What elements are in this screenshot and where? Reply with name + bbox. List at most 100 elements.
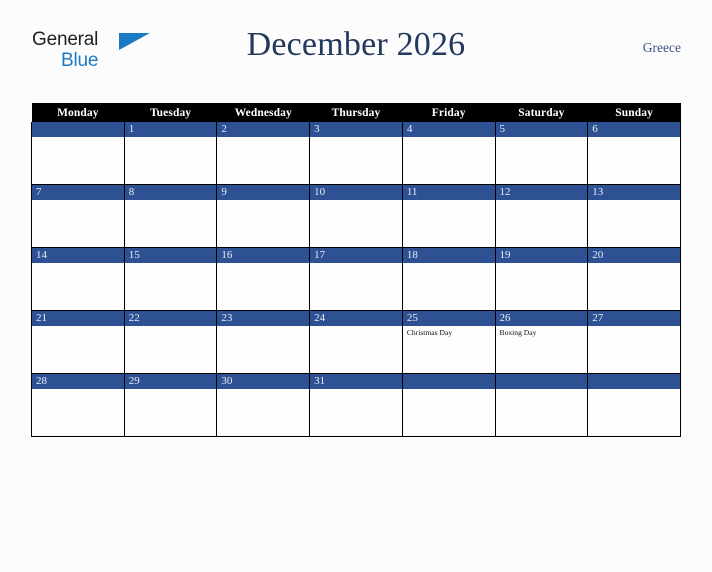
calendar-day-cell-21[interactable]: 21 (31, 310, 125, 374)
day-number: 11 (402, 185, 495, 200)
calendar-day-cell-20[interactable]: 20 (587, 247, 681, 311)
calendar-week-row: 21 22 23 24 25 Christmas Day 26 Boxing Day 27 (31, 310, 681, 374)
calendar-day-cell-empty[interactable] (587, 373, 681, 437)
calendar-day-cell-27[interactable]: 27 (587, 310, 681, 374)
calendar-day-cell-6[interactable]: 6 (587, 122, 681, 185)
day-number: 14 (32, 248, 124, 263)
weekday-header-friday: Friday (402, 103, 496, 122)
calendar-day-cell-2[interactable]: 2 (216, 122, 311, 185)
calendar-day-cell-empty[interactable] (494, 373, 589, 437)
calendar-body: 1 2 3 4 5 6 7 8 9 10 11 12 13 14 15 16 17 18 19 20 21 22 23 24 2… (31, 122, 681, 437)
day-cell-body (588, 137, 680, 184)
day-cell-body (496, 200, 588, 247)
calendar-day-cell-22[interactable]: 22 (123, 310, 218, 374)
calendar-day-cell-9[interactable]: 9 (216, 184, 311, 248)
calendar-day-cell-10[interactable]: 10 (309, 184, 403, 248)
day-number: 13 (588, 185, 680, 200)
day-cell-body (217, 137, 309, 184)
calendar-week-row: 123456 (31, 122, 681, 185)
calendar-day-cell-5[interactable]: 5 (494, 122, 589, 185)
page-header: General Blue December 2026 Greece (31, 22, 681, 78)
calendar-day-cell-28[interactable]: 28 (31, 373, 125, 437)
day-number: 17 (310, 248, 402, 263)
calendar-day-cell-29[interactable]: 29 (123, 373, 218, 437)
weekday-header-thursday: Thursday (309, 103, 403, 122)
calendar-day-cell-30[interactable]: 30 (216, 373, 311, 437)
day-number: 4 (402, 122, 495, 137)
day-number: 21 (32, 311, 124, 326)
day-number: 26 (495, 311, 588, 326)
day-number: 7 (32, 185, 124, 200)
weekday-header-wednesday: Wednesday (216, 103, 310, 122)
day-number (32, 122, 124, 137)
calendar-day-cell-4[interactable]: 4 (401, 122, 496, 185)
day-number: 22 (124, 311, 217, 326)
calendar-day-cell-1[interactable]: 1 (123, 122, 218, 185)
day-number: 8 (124, 185, 217, 200)
calendar-week-row: 7 8 9 10 11 12 13 (31, 184, 681, 248)
calendar-grid: Monday Tuesday Wednesday Thursday Friday Satu… (31, 103, 681, 437)
day-cell-body (125, 200, 217, 247)
calendar-day-cell-8[interactable]: 8 (123, 184, 218, 248)
weekday-header-saturday: Saturday (495, 103, 588, 122)
day-number: 24 (310, 311, 402, 326)
day-cell-body (403, 389, 495, 436)
calendar-day-cell-17[interactable]: 17 (309, 247, 403, 311)
holiday-label: Boxing Day (499, 328, 537, 337)
day-cell-body (32, 263, 124, 310)
calendar-header-row: Monday Tuesday Wednesday Thursday Friday Satu… (31, 103, 681, 122)
calendar-day-cell-12[interactable]: 12 (494, 184, 589, 248)
day-cell-body (588, 389, 680, 436)
day-cell-body (32, 389, 124, 436)
calendar-day-cell-16[interactable]: 16 (216, 247, 311, 311)
day-cell-body (588, 200, 680, 247)
day-cell-body (125, 263, 217, 310)
calendar-day-cell-18[interactable]: 18 (401, 247, 496, 311)
calendar-day-cell-25[interactable]: 25 Christmas Day (401, 310, 496, 374)
day-number (495, 374, 588, 389)
day-cell-body (310, 200, 402, 247)
calendar-day-cell-31[interactable]: 31 (309, 373, 403, 437)
day-cell-body (125, 389, 217, 436)
day-cell-body (125, 326, 217, 373)
calendar-day-cell-15[interactable]: 15 (123, 247, 218, 311)
page-title: December 2026 (246, 26, 466, 63)
day-number (402, 374, 495, 389)
calendar-day-cell-3[interactable]: 3 (309, 122, 403, 185)
day-cell-body (32, 137, 124, 184)
day-number: 30 (217, 374, 310, 389)
calendar-day-cell-empty[interactable] (31, 122, 125, 185)
holiday-label: Christmas Day (406, 328, 453, 337)
day-number: 9 (217, 185, 310, 200)
calendar-week-row: 14 15 16 17 18 19 20 (31, 247, 681, 311)
calendar-day-cell-14[interactable]: 14 (31, 247, 125, 311)
day-cell-body (403, 200, 495, 247)
calendar-day-cell-19[interactable]: 19 (494, 247, 589, 311)
day-cell-body (403, 263, 495, 310)
day-cell-body: Christmas Day (403, 326, 495, 373)
day-cell-body (310, 263, 402, 310)
day-cell-body (496, 137, 588, 184)
day-number: 25 (402, 311, 495, 326)
day-number: 20 (588, 248, 680, 263)
calendar-day-cell-26[interactable]: 26 Boxing Day (494, 310, 589, 374)
day-number: 16 (217, 248, 310, 263)
day-number: 15 (124, 248, 217, 263)
day-number: 12 (495, 185, 588, 200)
day-cell-body: Boxing Day (496, 326, 588, 373)
calendar-day-cell-23[interactable]: 23 (216, 310, 311, 374)
calendar-day-cell-11[interactable]: 11 (401, 184, 496, 248)
day-number: 29 (124, 374, 217, 389)
calendar-day-cell-empty[interactable] (401, 373, 496, 437)
calendar-day-cell-13[interactable]: 13 (587, 184, 681, 248)
day-cell-body (217, 263, 309, 310)
calendar-day-cell-7[interactable]: 7 (31, 184, 125, 248)
day-number: 19 (495, 248, 588, 263)
day-cell-body (310, 389, 402, 436)
day-cell-body (217, 200, 309, 247)
weekday-header-tuesday: Tuesday (124, 103, 217, 122)
day-number: 27 (588, 311, 680, 326)
calendar-week-row: 28 29 30 31 (31, 373, 681, 437)
day-number: 1 (124, 122, 217, 137)
calendar-day-cell-24[interactable]: 24 (309, 310, 403, 374)
